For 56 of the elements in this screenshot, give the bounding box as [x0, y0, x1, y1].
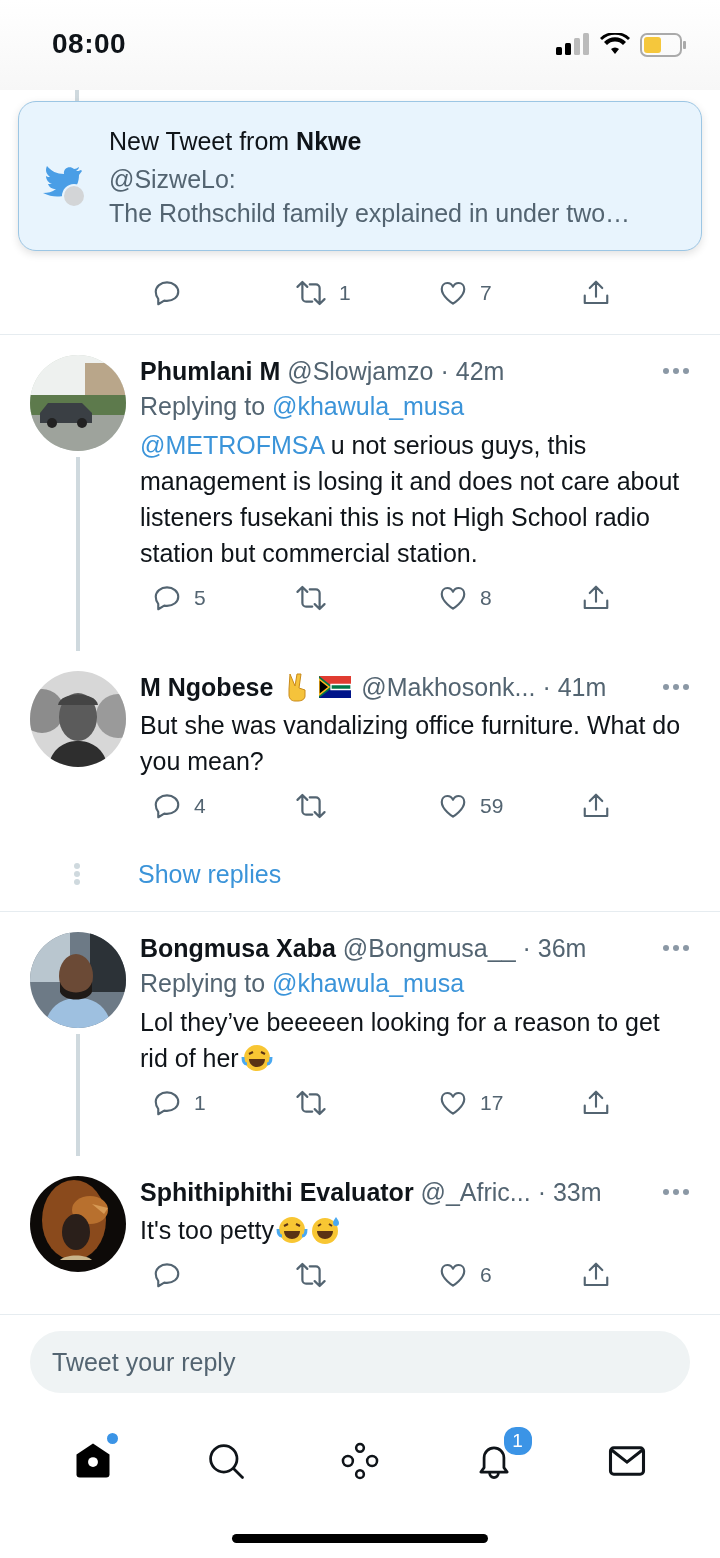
- author-handle: @Slowjamzo: [287, 356, 434, 387]
- tweet-time: · 41m: [542, 672, 607, 703]
- status-time: 08:00: [52, 28, 127, 60]
- reply-count: 4: [194, 794, 206, 818]
- laughing-emoji-icon: [276, 1215, 308, 1245]
- retweet-icon[interactable]: [295, 278, 327, 308]
- more-icon[interactable]: [662, 1188, 690, 1196]
- dots-icon: [73, 862, 81, 886]
- replying-to-text: Replying to @khawula_musa: [140, 968, 466, 999]
- like-count: 7: [480, 281, 492, 305]
- retweet-count: 1: [339, 281, 351, 305]
- tweet-text: It's too petty: [140, 1212, 690, 1248]
- retweet-icon[interactable]: [295, 791, 327, 821]
- retweet-icon[interactable]: [295, 1260, 327, 1290]
- tweet-time: · 36m: [522, 933, 587, 964]
- reply-field[interactable]: Tweet your reply: [30, 1331, 690, 1393]
- reply-count: 5: [194, 586, 206, 610]
- replying-to-text: Replying to @khawula_musa: [140, 391, 466, 422]
- retweet-icon[interactable]: [295, 1088, 327, 1118]
- more-icon[interactable]: [662, 944, 690, 952]
- sweat-smile-emoji-icon: [310, 1215, 342, 1245]
- reply-count: 1: [194, 1091, 206, 1115]
- notification-banner[interactable]: New Tweet from Nkwe @SizweLo: The Rothschild family explained in under two…: [18, 101, 702, 251]
- more-icon[interactable]: [662, 367, 690, 375]
- like-count: 6: [480, 1263, 492, 1287]
- author-name[interactable]: M Ngobese: [140, 671, 274, 703]
- more-icon[interactable]: [662, 683, 690, 691]
- like-count: 59: [480, 794, 504, 818]
- tweet-time: · 33m: [537, 1177, 602, 1208]
- reply-icon[interactable]: [152, 1088, 182, 1118]
- signal-icon: [556, 33, 590, 55]
- notification-title: New Tweet from Nkwe: [109, 126, 363, 157]
- author-handle: @Makhosonk...: [361, 672, 536, 703]
- tweet-text: @METROFMSA u not serious guys, this management is losing it and does not care about listeners fusekani this is not High School radio station but commercial station.: [140, 430, 681, 569]
- author-name[interactable]: Phumlani M: [140, 355, 281, 387]
- battery-icon: [640, 33, 686, 57]
- notification-handle: @SizweLo:: [109, 164, 237, 195]
- author-name[interactable]: Sphithiphithi Evaluator: [140, 1176, 414, 1208]
- reply-icon[interactable]: [152, 583, 182, 613]
- tweet-text: But she was vandalizing office furniture. What do you mean?: [140, 710, 682, 777]
- retweet-icon[interactable]: [295, 583, 327, 613]
- author-handle: @_Afric...: [420, 1177, 531, 1208]
- author-handle: @Bongmusa__: [342, 933, 516, 964]
- wifi-icon: [600, 33, 630, 55]
- reply-icon[interactable]: [152, 278, 182, 308]
- laughing-emoji-icon: [240, 1043, 273, 1073]
- reply-icon[interactable]: [152, 791, 182, 821]
- like-count: 8: [480, 586, 492, 610]
- like-count: 17: [480, 1091, 504, 1115]
- tweet-time: · 42m: [440, 356, 505, 387]
- reply-icon[interactable]: [152, 1260, 182, 1290]
- notification-text: The Rothschild family explained in under two…: [109, 198, 631, 229]
- author-name[interactable]: Bongmusa Xaba: [140, 932, 336, 964]
- tweet-text: Lol they’ve beeeeen looking for a reason to get rid of her: [140, 1007, 661, 1075]
- notification-count: 1: [501, 1425, 534, 1457]
- flag-icon: [319, 676, 352, 698]
